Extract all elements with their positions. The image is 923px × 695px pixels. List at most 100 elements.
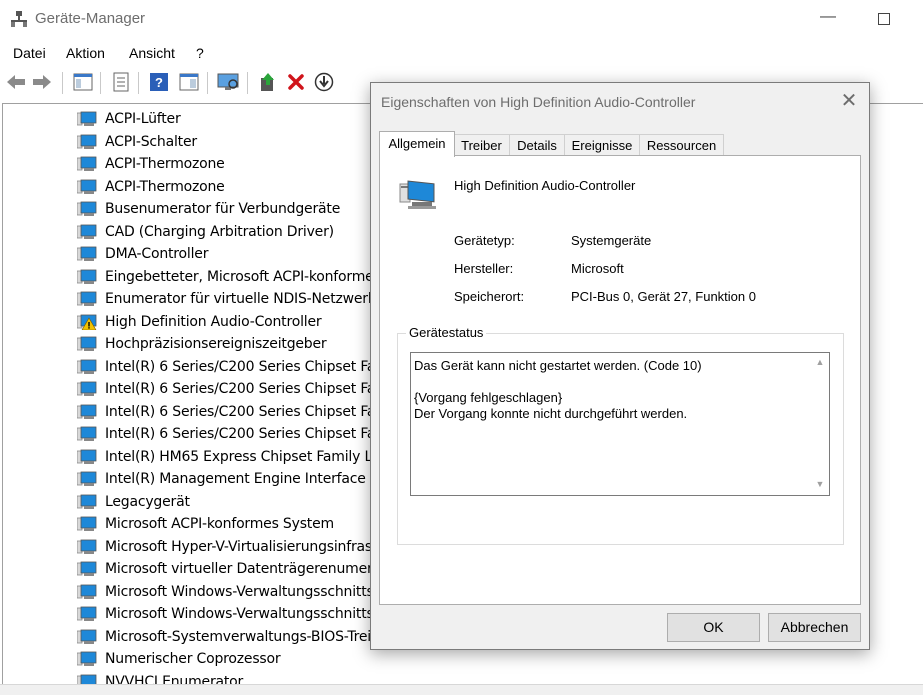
properties-icon[interactable] xyxy=(110,71,132,93)
uninstall-icon[interactable] xyxy=(285,71,307,93)
system-device-icon xyxy=(76,269,97,285)
system-device-icon xyxy=(76,471,97,487)
system-device-icon xyxy=(76,629,97,645)
tab-ereignisse[interactable]: Ereignisse xyxy=(564,134,640,156)
location-value: PCI-Bus 0, Gerät 27, Funktion 0 xyxy=(571,289,756,304)
system-device-icon xyxy=(76,134,97,150)
title-bar: Geräte-Manager — xyxy=(0,0,923,38)
system-device-icon xyxy=(76,224,97,240)
scroll-up-icon[interactable]: ▲ xyxy=(814,357,826,369)
console-tree-icon[interactable] xyxy=(72,71,94,93)
device-tree-item[interactable]: Intel(R) 6 Series/C200 Series Chipset Fa… xyxy=(76,423,397,445)
menu-aktion[interactable]: Aktion xyxy=(66,45,105,61)
device-status-group: Gerätestatus Das Gerät kann nicht gestar… xyxy=(397,325,844,545)
device-tree-item-label: Legacygerät xyxy=(105,493,190,510)
device-tree-item[interactable]: ACPI-Thermozone xyxy=(76,153,225,175)
minimize-button[interactable]: — xyxy=(820,8,836,28)
device-tree-item-label: Hochpräzisionsereigniszeitgeber xyxy=(105,336,327,352)
toolbar-separator xyxy=(138,72,139,94)
device-tree-item-label: Intel(R) 6 Series/C200 Series Chipset Fa… xyxy=(105,381,397,397)
help-icon[interactable]: ? xyxy=(148,71,170,93)
device-icon xyxy=(399,180,436,209)
device-tree-item[interactable]: Microsoft Windows-Verwaltungsschnittst xyxy=(76,581,379,603)
location-label: Speicherort: xyxy=(454,289,525,304)
cancel-button[interactable]: Abbrechen xyxy=(768,613,861,642)
maximize-button[interactable] xyxy=(878,13,890,25)
tab-panel-general: High Definition Audio-Controller Gerätet… xyxy=(379,155,861,605)
system-device-icon xyxy=(76,404,97,420)
toolbar-separator xyxy=(207,72,208,94)
device-tree-item[interactable]: Intel(R) 6 Series/C200 Series Chipset Fa… xyxy=(76,356,396,378)
device-tree-item[interactable]: ACPI-Schalter xyxy=(76,131,197,153)
scroll-down-icon[interactable]: ▼ xyxy=(814,479,826,491)
back-icon[interactable] xyxy=(5,71,27,93)
device-tree-item-label: ACPI-Lüfter xyxy=(105,111,181,127)
system-device-icon xyxy=(76,651,97,667)
device-status-textbox[interactable]: Das Gerät kann nicht gestartet werden. (… xyxy=(410,352,830,496)
device-tree-item[interactable]: Eingebetteter, Microsoft ACPI-konformer xyxy=(76,266,379,288)
device-tree-item[interactable]: Legacygerät xyxy=(76,491,190,513)
device-tree-item[interactable]: Intel(R) Management Engine Interface xyxy=(76,468,366,490)
system-device-icon xyxy=(76,584,97,600)
device-tree-item[interactable]: Microsoft virtueller Datenträgerenumerat xyxy=(76,558,386,580)
forward-icon[interactable] xyxy=(31,71,53,93)
device-tree-item[interactable]: Intel(R) 6 Series/C200 Series Chipset Fa… xyxy=(76,378,397,400)
system-device-icon xyxy=(76,336,97,352)
device-tree-item-label: Microsoft-Systemverwaltungs-BIOS-Treib xyxy=(105,628,380,645)
device-tree-item-label: Intel(R) Management Engine Interface xyxy=(105,471,366,487)
dialog-title: Eigenschaften von High Definition Audio-… xyxy=(381,94,696,110)
toolbar-separator xyxy=(100,72,101,94)
system-device-icon xyxy=(76,516,97,532)
device-tree-item-label: Numerischer Coprozessor xyxy=(105,651,281,667)
tab-allgemein[interactable]: Allgemein xyxy=(379,131,455,157)
device-tree-item-label: CAD (Charging Arbitration Driver) xyxy=(105,223,334,240)
menu-ansicht[interactable]: Ansicht xyxy=(129,45,175,61)
device-tree-item[interactable]: Microsoft Windows-Verwaltungsschnittst xyxy=(76,603,379,625)
manufacturer-label: Hersteller: xyxy=(454,261,514,276)
view-pane-icon[interactable] xyxy=(178,71,200,93)
device-manager-icon xyxy=(11,11,27,27)
menu-help[interactable]: ? xyxy=(196,45,204,61)
device-tree-item[interactable]: Microsoft Hyper-V-Virtualisierungsinfras… xyxy=(76,536,378,558)
device-tree-item[interactable]: NVVHCI Enumerator xyxy=(76,671,243,685)
device-tree-item[interactable]: ACPI-Thermozone xyxy=(76,176,225,198)
device-tree-item[interactable]: High Definition Audio-Controller xyxy=(76,311,322,333)
system-device-icon xyxy=(76,494,97,510)
device-tree-item[interactable]: Microsoft ACPI-konformes System xyxy=(76,513,334,535)
update-driver-icon[interactable] xyxy=(257,71,279,93)
ok-button[interactable]: OK xyxy=(667,613,760,642)
scan-hardware-icon[interactable] xyxy=(217,71,239,93)
system-device-icon xyxy=(76,246,97,262)
device-tree-item[interactable]: Intel(R) HM65 Express Chipset Family LPC xyxy=(76,446,390,468)
tab-treiber[interactable]: Treiber xyxy=(453,134,510,156)
toolbar-separator xyxy=(62,72,63,94)
device-tree-item-label: Microsoft Hyper-V-Virtualisierungsinfras… xyxy=(105,538,378,555)
device-tree-item[interactable]: ACPI-Lüfter xyxy=(76,108,181,130)
tab-details[interactable]: Details xyxy=(509,134,565,156)
toolbar-separator xyxy=(247,72,248,94)
device-status-legend: Gerätestatus xyxy=(406,325,487,340)
system-device-icon xyxy=(76,561,97,577)
device-tree-item-label: ACPI-Schalter xyxy=(105,133,197,150)
tab-ressourcen[interactable]: Ressourcen xyxy=(639,134,724,156)
device-tree-item[interactable]: CAD (Charging Arbitration Driver) xyxy=(76,221,334,243)
download-icon[interactable] xyxy=(313,71,335,93)
window-title: Geräte-Manager xyxy=(35,10,146,27)
close-icon[interactable]: ✕ xyxy=(839,91,859,111)
device-tree-item[interactable]: DMA-Controller xyxy=(76,243,208,265)
device-type-value: Systemgeräte xyxy=(571,233,652,248)
device-tree-item[interactable]: Intel(R) 6 Series/C200 Series Chipset Fa… xyxy=(76,401,396,423)
menu-datei[interactable]: Datei xyxy=(13,45,46,61)
system-device-icon xyxy=(76,359,97,375)
device-tree-item-label: Intel(R) HM65 Express Chipset Family LPC xyxy=(105,448,390,465)
properties-dialog: Eigenschaften von High Definition Audio-… xyxy=(370,82,870,650)
device-tree-item-label: Microsoft Windows-Verwaltungsschnittst xyxy=(105,583,379,600)
device-tree-item-label: Busenumerator für Verbundgeräte xyxy=(105,201,341,217)
device-tree-item[interactable]: Microsoft-Systemverwaltungs-BIOS-Treib xyxy=(76,626,380,648)
device-tree-item-label: Intel(R) 6 Series/C200 Series Chipset Fa… xyxy=(105,426,397,442)
device-tree-item[interactable]: Busenumerator für Verbundgeräte xyxy=(76,198,341,220)
device-tree-item[interactable]: Numerischer Coprozessor xyxy=(76,648,281,670)
device-tree-item[interactable]: Hochpräzisionsereigniszeitgeber xyxy=(76,333,327,355)
device-tree-item[interactable]: Enumerator für virtuelle NDIS-Netzwerka xyxy=(76,288,384,310)
system-device-icon xyxy=(76,291,97,307)
